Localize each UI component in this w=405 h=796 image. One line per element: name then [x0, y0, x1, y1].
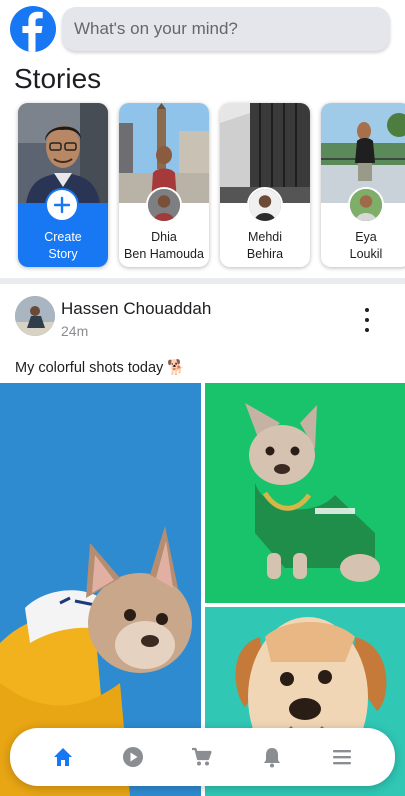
video-icon[interactable]: [115, 739, 151, 775]
story-avatar: [348, 187, 384, 223]
plus-icon[interactable]: [45, 188, 79, 222]
notifications-bell-icon[interactable]: [254, 739, 290, 775]
menu-icon[interactable]: [324, 739, 360, 775]
post-caption: My colorful shots today 🐕: [15, 360, 186, 376]
section-divider: [0, 278, 405, 284]
story-card-eya[interactable]: Eya Loukil: [321, 103, 405, 267]
story-author-name: Dhia Ben Hamouda: [124, 230, 204, 261]
stories-carousel[interactable]: Create Story Dhia Ben Hamouda Mehdi Behi…: [18, 103, 405, 267]
story-author-name: Eya Loukil: [349, 230, 383, 261]
story-author-name: Mehdi Behira: [246, 230, 284, 261]
story-avatar: [146, 187, 182, 223]
facebook-logo-icon[interactable]: [10, 6, 56, 52]
composer-placeholder: What's on your mind?: [74, 19, 238, 38]
story-avatar: [247, 187, 283, 223]
post-timestamp[interactable]: 24m: [61, 323, 88, 339]
marketplace-cart-icon[interactable]: [184, 739, 220, 775]
top-bar: What's on your mind?: [0, 0, 405, 60]
create-story-label: Create Story: [44, 230, 82, 261]
home-icon[interactable]: [45, 739, 81, 775]
story-card-mehdi[interactable]: Mehdi Behira: [220, 103, 310, 267]
stories-heading: Stories: [14, 63, 102, 94]
status-composer-input[interactable]: What's on your mind?: [62, 7, 390, 51]
post-author-name[interactable]: Hassen Chouaddah: [61, 299, 211, 319]
more-vertical-icon[interactable]: [357, 308, 377, 332]
post-author-avatar[interactable]: [15, 296, 55, 336]
story-card-dhia[interactable]: Dhia Ben Hamouda: [119, 103, 209, 267]
create-story-card[interactable]: Create Story: [18, 103, 108, 267]
post-photo-dog-green-jersey[interactable]: [205, 383, 405, 603]
bottom-navigation: [10, 728, 395, 786]
